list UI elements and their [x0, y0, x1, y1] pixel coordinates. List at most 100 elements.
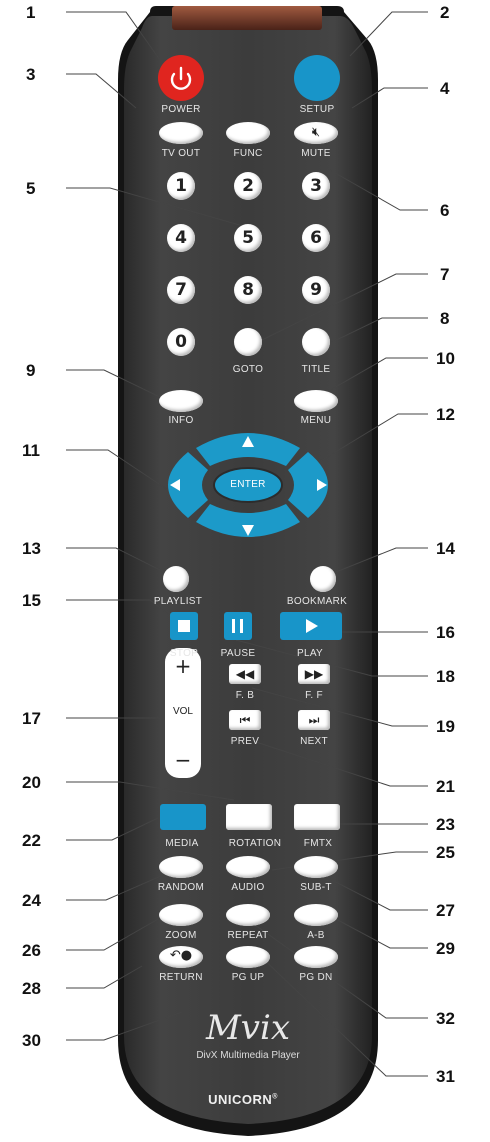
ff-label: F. F	[305, 690, 323, 701]
playlist-label: PLAYLIST	[153, 596, 203, 607]
callout-25: 25	[436, 843, 455, 862]
callout-4: 4	[440, 79, 450, 98]
pg-up-label: PG UP	[231, 972, 265, 983]
digit-5-button[interactable]: 5	[234, 224, 262, 252]
sub-t-button[interactable]	[294, 856, 338, 878]
digit-9-button[interactable]: 9	[302, 276, 330, 304]
callout-10: 10	[436, 349, 455, 368]
title-button[interactable]	[302, 328, 330, 356]
pg-up-button[interactable]	[226, 946, 270, 968]
zoom-button[interactable]	[159, 904, 203, 926]
callout-5: 5	[26, 179, 36, 198]
a-b-label: A-B	[307, 930, 325, 941]
callout-9: 9	[26, 361, 36, 380]
play-icon	[306, 619, 318, 633]
callout-17: 17	[22, 709, 41, 728]
enter-label: ENTER	[230, 479, 266, 490]
repeat-button[interactable]	[226, 904, 270, 926]
audio-label: AUDIO	[231, 882, 265, 893]
menu-button[interactable]	[294, 390, 338, 412]
vol-label: VOL	[172, 706, 193, 717]
a-b-button[interactable]	[294, 904, 338, 926]
callout-23: 23	[436, 815, 455, 834]
callout-8: 8	[440, 309, 450, 328]
mute-icon: 🔇︎	[311, 125, 321, 140]
digit-0-button[interactable]: 0	[167, 328, 195, 356]
goto-button[interactable]	[234, 328, 262, 356]
rotation-button[interactable]	[226, 804, 272, 830]
audio-button[interactable]	[226, 856, 270, 878]
callout-12: 12	[436, 405, 455, 424]
digit-8-button[interactable]: 8	[234, 276, 262, 304]
rotation-label: ROTATION	[228, 838, 282, 849]
callout-24: 24	[22, 891, 41, 910]
callout-30: 30	[22, 1031, 41, 1050]
bookmark-label: BOOKMARK	[286, 596, 348, 607]
skip-back-icon: ⏮︎	[239, 713, 251, 727]
info-label: INFO	[168, 415, 194, 426]
callout-26: 26	[22, 941, 41, 960]
maker-logo: UNICORN®	[198, 1092, 288, 1107]
pg-dn-button[interactable]	[294, 946, 338, 968]
registered-mark: ®	[272, 1093, 278, 1101]
tv-out-button[interactable]	[159, 122, 203, 144]
repeat-label: REPEAT	[227, 930, 269, 941]
menu-label: MENU	[300, 415, 332, 426]
rewind-icon: ◀◀	[235, 667, 255, 681]
zoom-label: ZOOM	[165, 930, 197, 941]
maker-name: UNICORN	[208, 1092, 273, 1107]
playlist-button[interactable]	[163, 566, 189, 592]
fb-label: F. B	[235, 690, 255, 701]
power-label: POWER	[161, 104, 201, 115]
return-icon: ↶●	[169, 948, 193, 963]
vol-up-label: +	[174, 654, 192, 678]
fmtx-label: FMTX	[303, 838, 333, 849]
ir-window	[172, 6, 322, 30]
callout-2: 2	[440, 3, 450, 22]
sub-t-label: SUB-T	[300, 882, 332, 893]
brand-logo: Mvix	[205, 1008, 291, 1048]
setup-button[interactable]	[294, 55, 340, 101]
play-label: PLAY	[296, 648, 324, 659]
callout-6: 6	[440, 201, 450, 220]
pause-button[interactable]	[224, 612, 252, 640]
digit-7-button[interactable]: 7	[167, 276, 195, 304]
callout-31: 31	[436, 1067, 455, 1086]
media-button[interactable]	[160, 804, 206, 830]
brand-tagline: DivX Multimedia Player	[196, 1050, 300, 1061]
digit-3-button[interactable]: 3	[302, 172, 330, 200]
info-button[interactable]	[159, 390, 203, 412]
digit-6-button[interactable]: 6	[302, 224, 330, 252]
mute-label: MUTE	[301, 148, 331, 159]
digit-2-button[interactable]: 2	[234, 172, 262, 200]
callout-11: 11	[22, 441, 40, 460]
callout-1: 1	[26, 3, 36, 22]
callout-32: 32	[436, 1009, 455, 1028]
title-label: TITLE	[301, 364, 331, 375]
random-label: RANDOM	[157, 882, 205, 893]
callout-27: 27	[436, 901, 455, 920]
tv-out-label: TV OUT	[161, 148, 201, 159]
callout-16: 16	[436, 623, 455, 642]
pause-icon	[232, 619, 235, 633]
return-label: RETURN	[159, 972, 203, 983]
goto-label: GOTO	[232, 364, 264, 375]
callout-19: 19	[436, 717, 455, 736]
callout-21: 21	[436, 777, 455, 796]
digit-1-button[interactable]: 1	[167, 172, 195, 200]
callout-3: 3	[26, 65, 36, 84]
random-button[interactable]	[159, 856, 203, 878]
callout-13: 13	[22, 539, 41, 558]
func-button[interactable]	[226, 122, 270, 144]
setup-label: SETUP	[299, 104, 335, 115]
bookmark-button[interactable]	[310, 566, 336, 592]
callout-15: 15	[22, 591, 41, 610]
callout-20: 20	[22, 773, 41, 792]
fmtx-button[interactable]	[294, 804, 340, 830]
digit-4-button[interactable]: 4	[167, 224, 195, 252]
prev-label: PREV	[230, 736, 260, 747]
fast-forward-icon: ▶▶	[304, 667, 324, 681]
vol-down-label: −	[174, 748, 192, 772]
stop-icon	[178, 620, 190, 632]
skip-forward-icon: ⏭︎	[308, 713, 320, 727]
